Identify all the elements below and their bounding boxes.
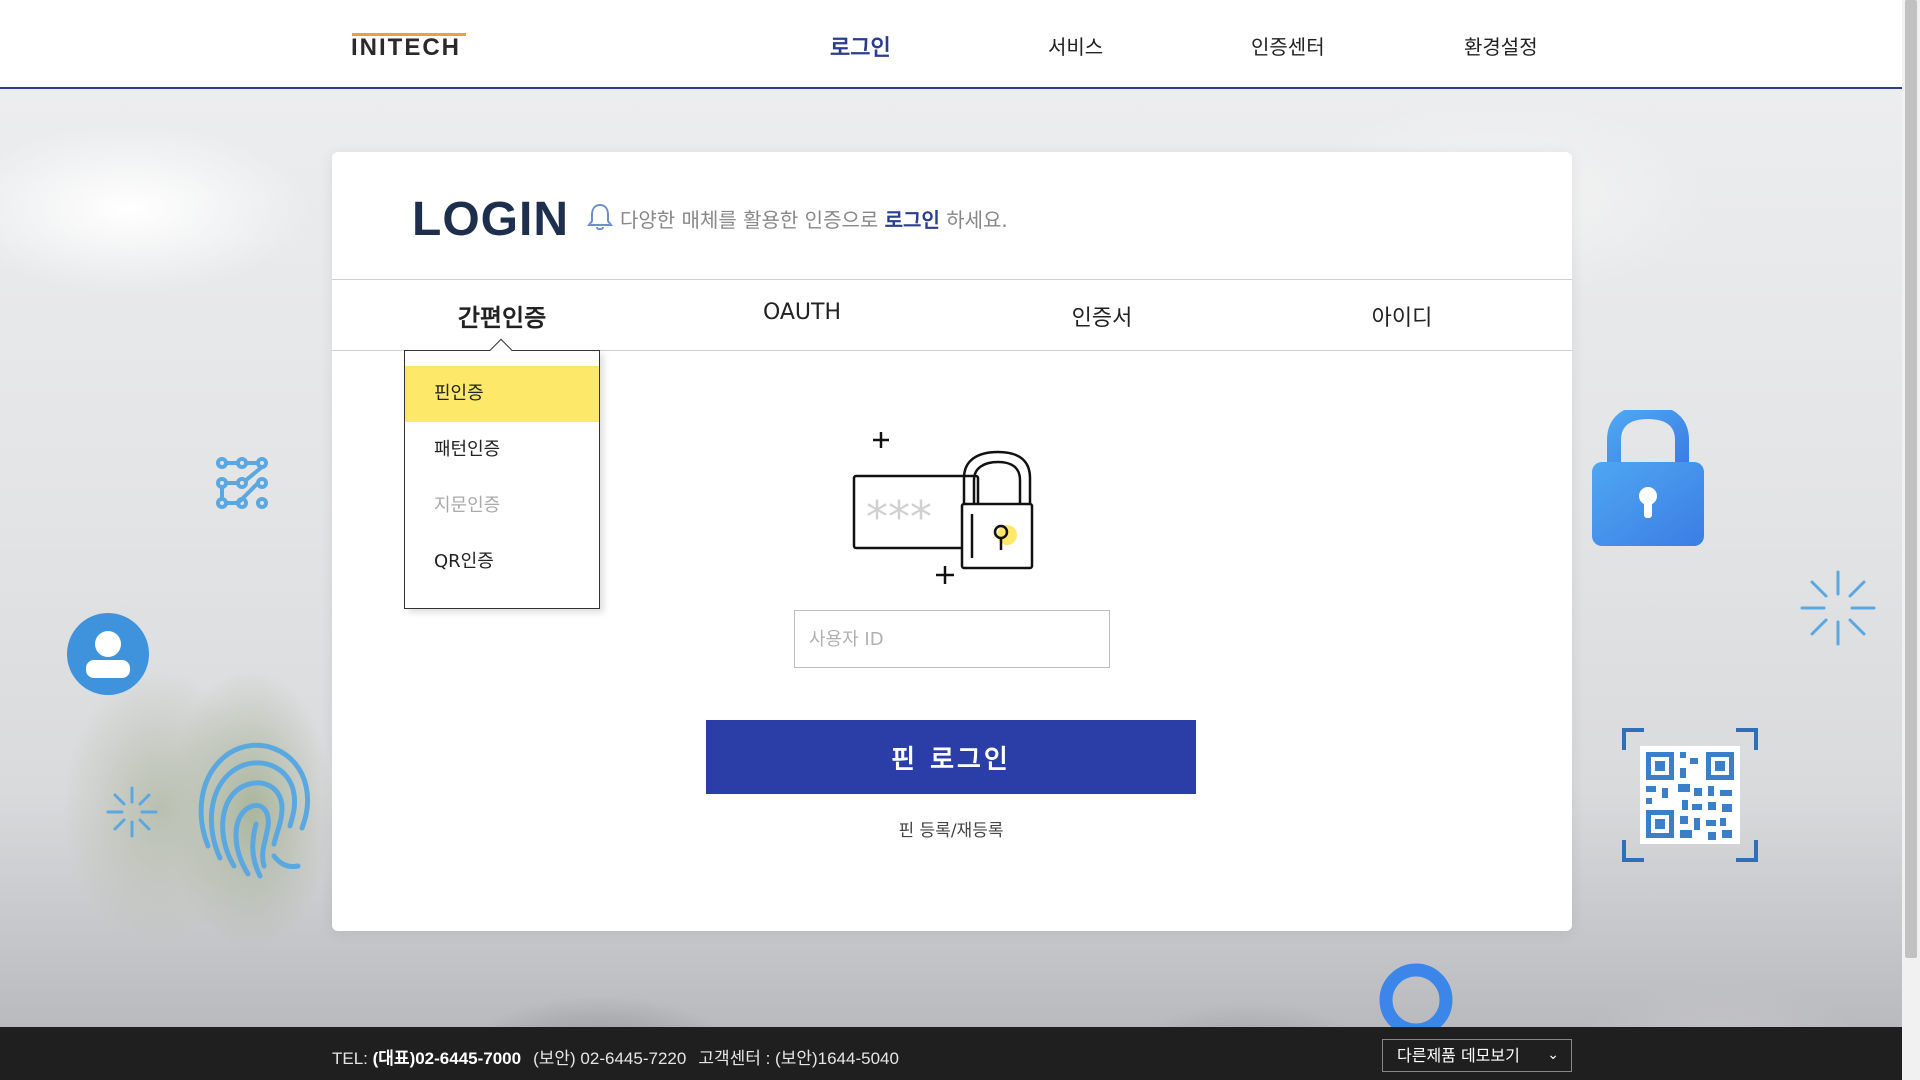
menu-item-pattern-auth[interactable]: 패턴인증 <box>405 422 599 478</box>
subtitle-highlight: 로그인 <box>884 208 940 232</box>
pin-lock-icon: *** <box>852 432 1034 584</box>
menu-item-fingerprint-auth: 지문인증 <box>434 495 501 516</box>
page-title: LOGIN <box>412 193 569 246</box>
subtitle-text: 다양한 매체를 활용한 인증으로 <box>620 208 885 232</box>
pin-login-button[interactable]: 핀 로그인 <box>706 720 1196 794</box>
tab-certificate[interactable]: 인증서 <box>982 300 1222 332</box>
tab-id[interactable]: 아이디 <box>1282 300 1522 332</box>
qr-code-icon <box>1622 728 1758 862</box>
footer-contact: TEL: (대표)02-6445-7000 (보안) 02-6445-7220 고객… <box>332 1044 899 1069</box>
menu-item-qr-auth[interactable]: QR인증 <box>405 534 599 590</box>
fingerprint-icon <box>198 742 311 879</box>
page-scrollbar[interactable] <box>1902 0 1920 1080</box>
user-icon <box>67 613 149 695</box>
tel-main: (대표)02-6445-7000 <box>372 1049 522 1068</box>
tab-oauth[interactable]: OAUTH <box>682 300 922 325</box>
other-products-demo-select[interactable]: 다른제품 데모보기 ⌄ <box>1382 1039 1572 1072</box>
demo-select-label: 다른제품 데모보기 <box>1397 1046 1520 1065</box>
scrollbar-thumb[interactable] <box>1905 0 1917 958</box>
sparkle-icon <box>106 786 158 838</box>
pattern-icon <box>216 457 268 509</box>
user-id-input[interactable] <box>794 610 1110 668</box>
simple-auth-menu: 핀인증 패턴인증 지문인증 QR인증 <box>404 338 600 609</box>
top-header: INITECH 로그인 서비스 인증센터 환경설정 <box>0 0 1902 89</box>
initech-logo[interactable]: INITECH <box>351 34 461 62</box>
bell-icon <box>587 203 613 231</box>
tab-simple-auth[interactable]: 간편인증 <box>382 298 622 333</box>
auth-method-tabs: 간편인증 OAUTH 인증서 아이디 <box>332 279 1572 351</box>
tel-label: TEL: <box>332 1049 373 1068</box>
lock-icon <box>1592 410 1704 546</box>
login-card: LOGIN 다양한 매체를 활용한 인증으로 로그인 하세요. 간편인증 OAU… <box>332 152 1572 931</box>
nav-auth-center[interactable]: 인증센터 <box>1251 31 1325 60</box>
svg-text:***: *** <box>866 492 932 543</box>
chevron-down-icon: ⌄ <box>1547 1047 1559 1063</box>
pin-register-link[interactable]: 핀 등록/재등록 <box>706 816 1196 841</box>
nav-login[interactable]: 로그인 <box>830 30 891 62</box>
menu-item-pin-auth[interactable]: 핀인증 <box>405 366 599 422</box>
nav-services[interactable]: 서비스 <box>1048 31 1103 60</box>
subtitle-text-end: 하세요. <box>939 208 1008 232</box>
tel-security: (보안) 02-6445-7220 <box>533 1049 687 1068</box>
support-number: 고객센터 : (보안)1644-5040 <box>698 1049 899 1068</box>
sparkle-icon-right <box>1800 570 1876 646</box>
login-subtitle: 다양한 매체를 활용한 인증으로 로그인 하세요. <box>620 204 1008 233</box>
nav-settings[interactable]: 환경설정 <box>1464 31 1538 60</box>
footer: TEL: (대표)02-6445-7000 (보안) 02-6445-7220 고객… <box>0 1027 1902 1080</box>
